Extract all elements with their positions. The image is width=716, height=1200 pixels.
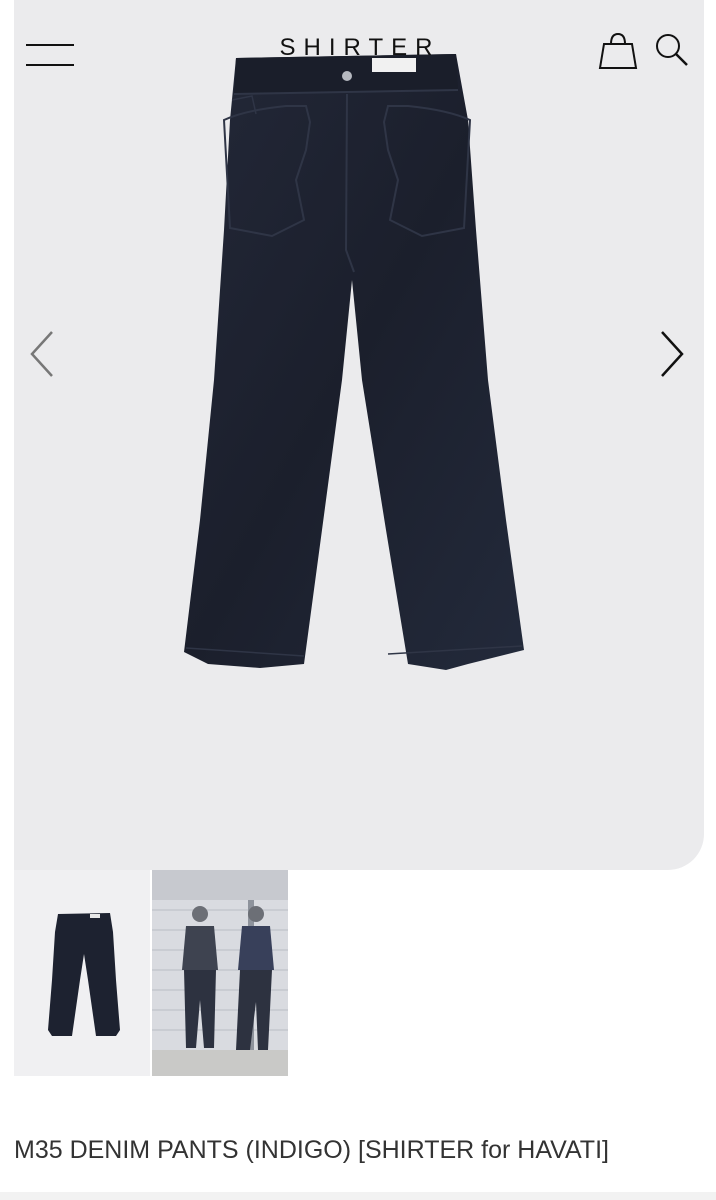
site-header: SHIRTER (0, 0, 716, 100)
shopping-bag-icon (598, 32, 638, 69)
previous-image-button[interactable] (22, 320, 66, 388)
thumbnail-pants-image (48, 913, 120, 1036)
menu-bar (26, 64, 74, 66)
product-page: SHIRTER M35 DENIM PANTS (INDIGO) [SHIRTE… (0, 0, 716, 1200)
product-gallery (14, 0, 704, 870)
product-main-image (184, 54, 524, 670)
product-title: M35 DENIM PANTS (INDIGO) [SHIRTER for HA… (14, 1136, 609, 1164)
brand-logo[interactable]: SHIRTER (260, 34, 460, 62)
search-icon (656, 34, 688, 66)
chevron-right-icon (661, 331, 684, 377)
search-button[interactable] (650, 28, 694, 72)
menu-bar (26, 44, 74, 46)
thumbnail-lookbook[interactable] (152, 870, 288, 1076)
next-image-button[interactable] (648, 320, 692, 388)
chevron-left-icon (30, 331, 53, 377)
menu-button[interactable] (22, 38, 78, 70)
thumbnail-strip (14, 870, 290, 1076)
thumbnail-flat-lay[interactable] (14, 870, 150, 1076)
divider (0, 1192, 716, 1200)
thumbnail-models-image (152, 870, 288, 1076)
cart-button[interactable] (594, 28, 642, 72)
